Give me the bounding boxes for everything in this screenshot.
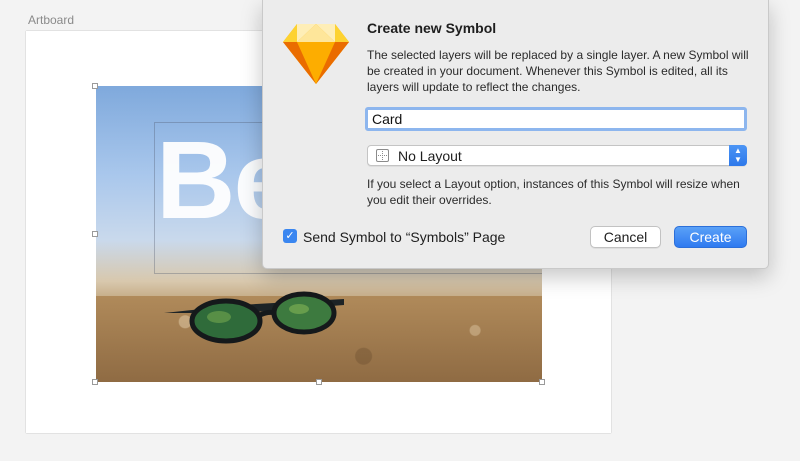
dialog-description: The selected layers will be replaced by … — [367, 48, 749, 94]
layout-grid-icon — [376, 149, 389, 162]
create-button[interactable]: Create — [674, 226, 747, 248]
selection-handle-middle-left[interactable] — [92, 231, 98, 237]
selection-handle-bottom-left[interactable] — [92, 379, 98, 385]
selection-handle-bottom-right[interactable] — [539, 379, 545, 385]
selection-handle-top-left[interactable] — [92, 83, 98, 89]
cancel-button[interactable]: Cancel — [590, 226, 661, 248]
symbol-name-input[interactable] — [365, 107, 747, 131]
select-stepper-icon: ▲ ▼ — [729, 145, 747, 166]
dialog-title: Create new Symbol — [367, 20, 497, 36]
layout-select-value: No Layout — [398, 148, 462, 164]
layout-select[interactable]: No Layout ▲ ▼ — [367, 145, 747, 166]
create-symbol-dialog: Create new Symbol The selected layers wi… — [262, 0, 769, 269]
layout-hint-text: If you select a Layout option, instances… — [367, 177, 740, 207]
selection-handle-bottom-middle[interactable] — [316, 379, 322, 385]
artboard-label: Artboard — [28, 13, 75, 27]
sunglasses-image — [164, 291, 344, 344]
send-to-symbols-label[interactable]: Send Symbol to “Symbols” Page — [303, 229, 505, 245]
sketch-diamond-icon — [283, 24, 349, 84]
send-to-symbols-checkbox[interactable]: ✓ — [283, 229, 297, 243]
